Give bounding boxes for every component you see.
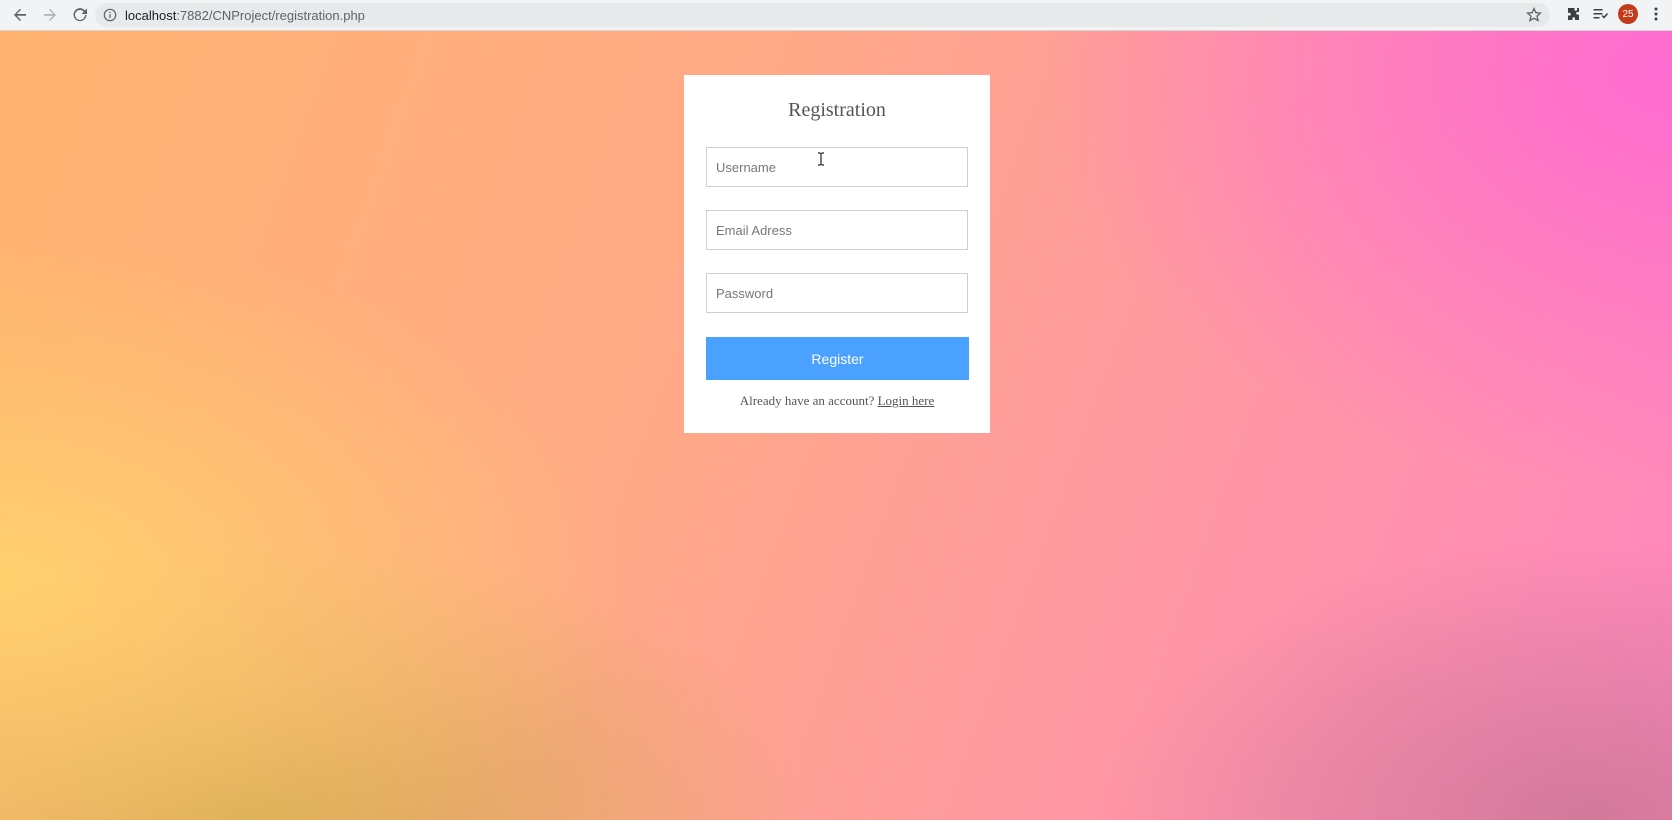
login-prompt: Already have an account? Login here — [684, 393, 990, 409]
forward-arrow-icon — [44, 8, 56, 21]
forward-button[interactable] — [36, 1, 64, 29]
info-icon[interactable] — [103, 8, 117, 22]
page-background: Registration Register Already have an ac… — [0, 31, 1672, 820]
url-path: :7882/CNProject/registration.php — [176, 7, 365, 23]
registration-card: Registration Register Already have an ac… — [684, 75, 990, 433]
register-button[interactable]: Register — [706, 337, 969, 380]
password-input[interactable] — [706, 273, 968, 313]
reading-list-icon[interactable] — [1592, 6, 1608, 22]
browser-toolbar: localhost:7882/CNProject/registration.ph… — [0, 0, 1672, 31]
bookmark-star-icon[interactable] — [1526, 7, 1542, 23]
back-button[interactable] — [6, 1, 34, 29]
email-input[interactable] — [706, 210, 968, 250]
back-arrow-icon — [14, 8, 26, 21]
reload-icon — [73, 8, 87, 22]
url-text[interactable]: localhost:7882/CNProject/registration.ph… — [125, 8, 365, 23]
reload-button[interactable] — [66, 1, 94, 29]
extensions-puzzle-icon[interactable] — [1566, 6, 1582, 22]
text-cursor-icon — [818, 152, 824, 166]
menu-dots-icon[interactable] — [1648, 6, 1664, 22]
toolbar-actions: 25 — [1566, 4, 1664, 24]
username-input[interactable] — [706, 147, 968, 187]
address-bar[interactable]: localhost:7882/CNProject/registration.ph… — [95, 3, 1550, 27]
profile-avatar[interactable]: 25 — [1618, 4, 1638, 24]
already-text: Already have an account? — [739, 393, 875, 408]
url-host: localhost — [125, 7, 177, 23]
login-link[interactable]: Login here — [878, 393, 935, 408]
page-title: Registration — [788, 99, 886, 121]
